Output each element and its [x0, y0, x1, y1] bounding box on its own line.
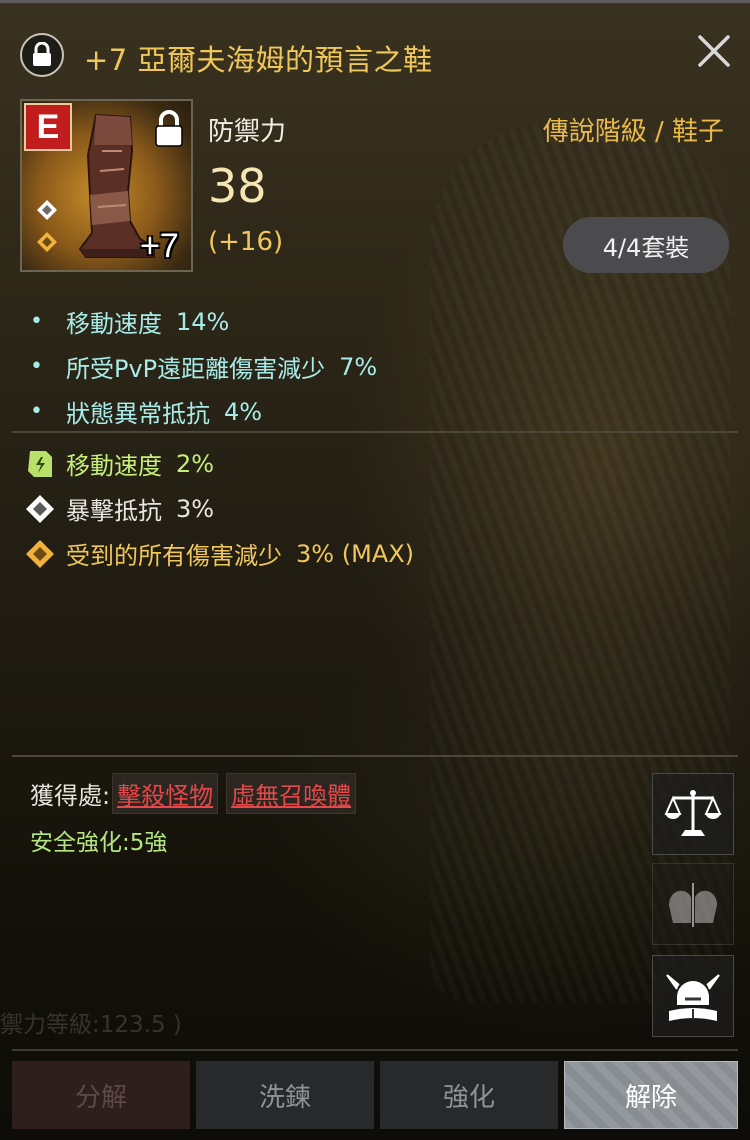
grade-badge: E — [24, 103, 72, 151]
bullet-icon: • — [30, 354, 43, 379]
scales-button[interactable] — [652, 773, 734, 855]
enhance-level: +7 — [140, 227, 179, 265]
option-value: 4% — [224, 397, 263, 426]
source-label: 獲得處: — [30, 782, 111, 810]
option-name: 狀態異常抵抗 — [66, 400, 210, 428]
special-option-row: 移動速度 2% — [24, 441, 414, 486]
option-value: 14% — [176, 307, 230, 336]
bullet-icon: • — [30, 399, 43, 424]
faded-background-text: 禦力等級:123.5 ) — [0, 1012, 182, 1038]
compare-button[interactable] — [652, 863, 734, 945]
special-option-row: 受到的所有傷害減少 3% (MAX) — [24, 531, 414, 576]
item-icon-frame[interactable]: E +7 — [20, 99, 193, 272]
enhance-button[interactable]: 強化 — [380, 1061, 558, 1129]
stat-name: 防禦力 — [208, 117, 287, 147]
item-tooltip-panel: +7 亞爾夫海姆的預言之鞋 E +7 防禦力 38 (+16) 傳說階級 / 鞋… — [0, 0, 750, 1140]
source-row: 獲得處: 擊殺怪物 虛無召喚體 — [30, 773, 357, 814]
gold-diamond-icon — [24, 538, 56, 570]
green-scroll-icon — [24, 448, 56, 480]
item-title: +7 亞爾夫海姆的預言之鞋 — [84, 43, 433, 77]
grade-type-label: 傳說階級 / 鞋子 — [542, 117, 724, 147]
basic-options-list: • 移動速度 14% • 所受PvP遠距離傷害減少 7% • 狀態異常抵抗 4% — [30, 299, 377, 434]
refine-button[interactable]: 洗鍊 — [196, 1061, 374, 1129]
special-option-value: 2% — [176, 449, 215, 478]
release-button[interactable]: 解除 — [564, 1061, 738, 1129]
title-lock-icon[interactable] — [20, 33, 64, 77]
stat-bonus: (+16) — [208, 227, 284, 257]
bullet-icon: • — [30, 309, 43, 334]
special-options-list: 移動速度 2% 暴擊抵抗 3% 受到的所有傷害減少 3% (MAX) — [24, 441, 414, 576]
stat-value: 38 — [208, 159, 267, 213]
option-row: • 所受PvP遠距離傷害減少 7% — [30, 344, 377, 389]
option-name: 移動速度 — [66, 310, 162, 338]
gold-gem-icon — [37, 232, 57, 252]
white-diamond-icon — [24, 493, 56, 525]
compare-helmets-icon — [668, 883, 718, 927]
white-gem-icon — [37, 200, 57, 220]
viking-helmet-book-icon — [666, 974, 720, 1021]
helmet-book-button[interactable] — [652, 955, 734, 1037]
special-option-row: 暴擊抵抗 3% — [24, 486, 414, 531]
special-option-value: 3% — [176, 494, 215, 523]
source-divider — [12, 755, 738, 757]
option-row: • 狀態異常抵抗 4% — [30, 389, 377, 434]
action-button-row: 分解 洗鍊 強化 解除 — [12, 1049, 738, 1140]
option-name: 所受PvP遠距離傷害減少 — [66, 355, 326, 383]
tooltip-header: +7 亞爾夫海姆的預言之鞋 — [0, 3, 750, 99]
scales-icon — [664, 790, 722, 836]
safe-enhance-text: 安全強化:5強 — [30, 830, 168, 856]
disassemble-button[interactable]: 分解 — [12, 1061, 190, 1129]
source-link-kill-monster[interactable]: 擊殺怪物 — [112, 773, 219, 814]
close-icon[interactable] — [692, 29, 736, 73]
option-row: • 移動速度 14% — [30, 299, 377, 344]
item-lock-icon — [155, 110, 183, 147]
option-value: 7% — [339, 352, 378, 381]
special-option-name: 受到的所有傷害減少 — [66, 542, 282, 570]
special-option-name: 暴擊抵抗 — [66, 497, 162, 525]
set-bonus-button[interactable]: 4/4套裝 — [563, 217, 729, 273]
options-divider — [12, 431, 738, 433]
special-option-value: 3% (MAX) — [296, 539, 414, 568]
special-option-name: 移動速度 — [66, 452, 162, 480]
source-link-void-summon[interactable]: 虛無召喚體 — [226, 773, 357, 814]
